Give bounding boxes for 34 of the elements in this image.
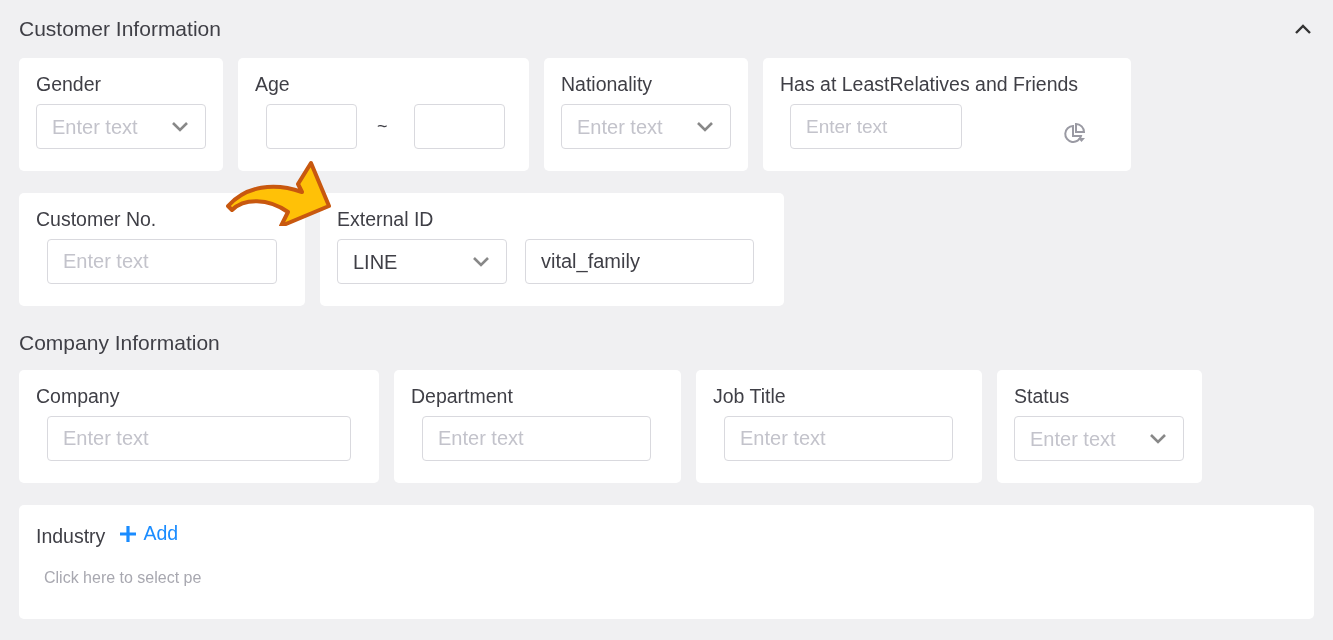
input-field[interactable]: Enter text — [47, 416, 351, 462]
field-label: External ID — [337, 207, 434, 232]
chevron-down-icon — [695, 120, 715, 133]
input-field[interactable]: Enter text — [790, 104, 962, 150]
input-field[interactable]: Enter text — [47, 239, 277, 285]
chevron-down-icon — [1148, 432, 1168, 445]
range-separator: ~ — [377, 115, 388, 139]
input-field[interactable]: Enter text — [422, 416, 651, 462]
field-label: Age — [255, 72, 290, 97]
input-field[interactable] — [266, 104, 357, 150]
section-title: Customer Information — [19, 16, 221, 42]
field-label: Nationality — [561, 72, 653, 97]
field-label: Gender — [36, 72, 102, 97]
pie-chart-icon[interactable] — [1064, 122, 1086, 145]
dropdown-field[interactable]: LINE — [337, 239, 507, 285]
add-link[interactable]: Add — [119, 519, 179, 549]
field-label: Has at LeastRelatives and Friends — [780, 72, 1079, 97]
dropdown-field[interactable]: Enter text — [561, 104, 731, 150]
plus-icon — [119, 524, 138, 543]
chevron-down-icon — [471, 255, 491, 268]
field-label: Industry — [36, 523, 106, 549]
field-label: Status — [1014, 384, 1070, 409]
input-field[interactable]: Enter text — [724, 416, 953, 462]
section-title: Company Information — [19, 330, 220, 356]
chevron-down-icon — [170, 120, 190, 133]
field-label: Company — [36, 384, 120, 409]
dropdown-field[interactable]: Enter text — [1014, 416, 1184, 462]
field-label: Department — [411, 384, 513, 409]
field-label: Customer No. — [36, 207, 157, 232]
input-field[interactable] — [413, 104, 505, 150]
select-hint[interactable]: Click here to select pe — [44, 565, 202, 590]
input-field[interactable]: vital_family — [525, 239, 754, 285]
field-label: Job Title — [713, 384, 786, 409]
dropdown-field[interactable]: Enter text — [36, 104, 206, 150]
